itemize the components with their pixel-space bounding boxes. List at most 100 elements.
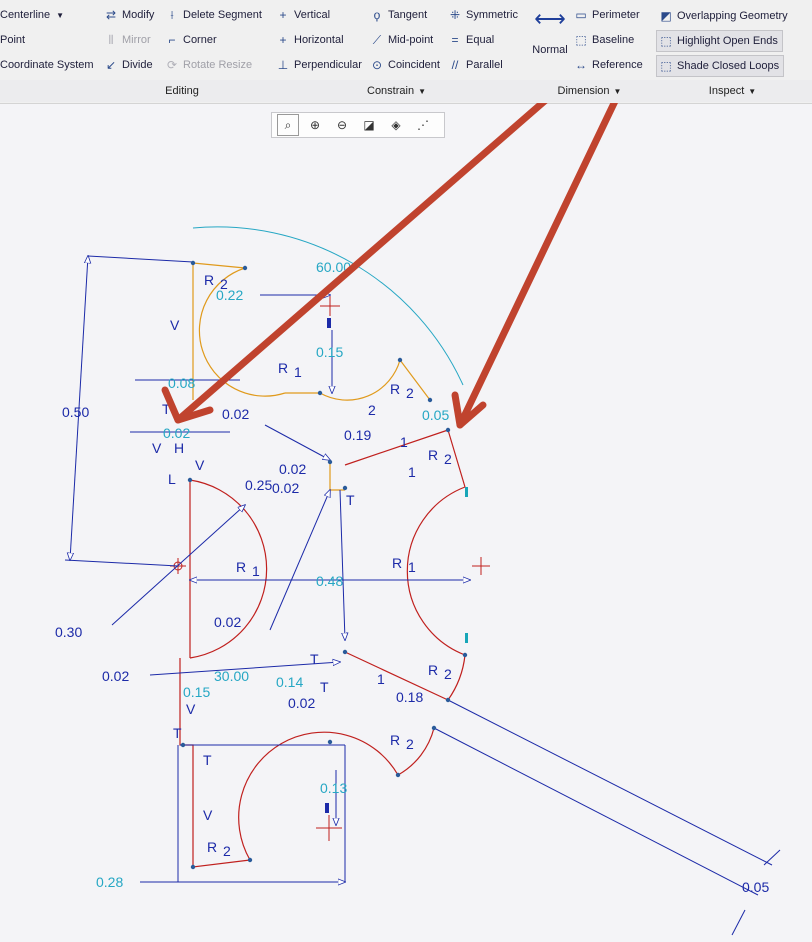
dim-0-48[interactable]: 0.48 — [316, 573, 343, 589]
dim-0-02g[interactable]: 0.02 — [288, 695, 315, 711]
highlight-open-ends-label: Highlight Open Ends — [677, 35, 778, 47]
reference-button[interactable]: ↔ Reference — [574, 56, 643, 74]
parallel-label: Parallel — [466, 59, 503, 71]
display-style-icon[interactable]: ◈ — [385, 114, 407, 136]
centerline-button[interactable]: Centerline ▼ — [0, 6, 64, 24]
svg-text:T: T — [203, 752, 212, 768]
vertical-icon: + — [279, 8, 287, 22]
parallel-constraint-button[interactable]: // Parallel — [448, 56, 503, 74]
rotate-resize-button[interactable]: ⟳ Rotate Resize — [165, 56, 252, 74]
dim-0-02a[interactable]: 0.02 — [222, 406, 249, 422]
dim-0-13[interactable]: 0.13 — [320, 780, 347, 796]
dim-0-15a[interactable]: 0.15 — [316, 344, 343, 360]
corner-button[interactable]: ⌐ Corner — [165, 31, 217, 49]
svg-text:V: V — [186, 701, 196, 717]
divide-button[interactable]: ↙ Divide — [104, 56, 153, 74]
sketcher-display-filter-icon[interactable]: ⋰ — [412, 114, 434, 136]
group-dimension[interactable]: Dimension ▼ — [526, 80, 654, 102]
chevron-down-icon[interactable]: ▼ — [56, 11, 64, 20]
svg-text:V: V — [170, 317, 180, 333]
vertical-constraint-button[interactable]: + Vertical — [276, 6, 330, 24]
corner-label: Corner — [183, 34, 217, 46]
equal-constraint-button[interactable]: = Equal — [448, 31, 494, 49]
group-editing[interactable]: Editing — [97, 80, 268, 102]
arc-r2-bottom[interactable] — [238, 731, 399, 861]
svg-text:R: R — [236, 559, 246, 575]
divide-icon: ↙ — [105, 58, 117, 72]
tangent-icon: ϙ — [373, 8, 381, 22]
divide-label: Divide — [122, 59, 153, 71]
svg-text:R: R — [392, 555, 402, 571]
dim-0-18[interactable]: 0.18 — [396, 689, 423, 705]
svg-text:1: 1 — [377, 671, 385, 687]
dim-0-05a[interactable]: 0.05 — [422, 407, 449, 423]
dim-0-05b[interactable]: 0.05 — [742, 879, 769, 895]
repaint-icon[interactable]: ◪ — [358, 114, 380, 136]
zoom-out-icon[interactable]: ⊖ — [331, 114, 353, 136]
group-constrain[interactable]: Constrain ▼ — [267, 80, 527, 102]
perimeter-button[interactable]: ▭ Perimeter — [574, 6, 639, 24]
dim-0-02b[interactable]: 0.02 — [163, 425, 190, 441]
highlight-open-ends-button[interactable]: ⬚ Highlight Open Ends — [656, 30, 783, 52]
dim-0-14[interactable]: 0.14 — [276, 674, 303, 690]
dim-0-02e[interactable]: 0.02 — [214, 614, 241, 630]
midpoint-constraint-button[interactable]: ⟋ Mid-point — [370, 31, 433, 49]
red-geometry[interactable] — [179, 429, 466, 868]
svg-text:V: V — [203, 807, 213, 823]
dimension-texts[interactable]: 60.00 0.22 0.15 0.08 0.02 0.02 0.19 0.05… — [55, 259, 769, 895]
short-segments[interactable] — [329, 462, 345, 491]
svg-text:1: 1 — [400, 434, 408, 450]
delete-segment-button[interactable]: ⟊ Delete Segment — [165, 6, 261, 24]
perpendicular-label: Perpendicular — [294, 59, 362, 71]
normal-dimension-button[interactable]: ⟷ Normal — [530, 4, 570, 70]
center-markers — [170, 296, 490, 841]
dim-0-25[interactable]: 0.25 — [245, 477, 272, 493]
refit-icon[interactable]: ⌕ — [277, 114, 299, 136]
coordinate-system-button[interactable]: Coordinate System — [0, 56, 94, 74]
baseline-button[interactable]: ⬚ Baseline — [574, 31, 634, 49]
dim-0-08[interactable]: 0.08 — [168, 375, 195, 391]
svg-text:R: R — [207, 839, 217, 855]
symmetric-constraint-button[interactable]: ⁜ Symmetric — [448, 6, 518, 24]
svg-text:1: 1 — [252, 563, 260, 579]
coordinate-system-label: Coordinate System — [0, 59, 94, 71]
sketch-svg[interactable]: 60.00 0.22 0.15 0.08 0.02 0.02 0.19 0.05… — [0, 14, 812, 937]
zoom-in-icon[interactable]: ⊕ — [304, 114, 326, 136]
sketch-canvas[interactable]: 60.00 0.22 0.15 0.08 0.02 0.02 0.19 0.05… — [0, 14, 812, 937]
overlapping-geometry-button[interactable]: ◩ Overlapping Geometry — [656, 5, 793, 27]
dim-0-30[interactable]: 0.30 — [55, 624, 82, 640]
dim-0-50[interactable]: 0.50 — [62, 404, 89, 420]
modify-button[interactable]: ⇄ Modify — [104, 6, 154, 24]
rotate-resize-label: Rotate Resize — [183, 59, 253, 71]
line-r2-mid[interactable] — [399, 359, 431, 401]
coincident-constraint-button[interactable]: ⊙ Coincident — [370, 56, 440, 74]
tangent-constraint-button[interactable]: ϙ Tangent — [370, 6, 428, 24]
group-inspect[interactable]: Inspect ▼ — [653, 80, 812, 102]
symmetric-icon: ⁜ — [449, 8, 461, 22]
perpendicular-constraint-button[interactable]: ⊥ Perpendicular — [276, 56, 362, 74]
horizontal-constraint-button[interactable]: + Horizontal — [276, 31, 343, 49]
dim-30[interactable]: 30.00 — [214, 668, 249, 684]
annotation-arrows — [161, 14, 654, 429]
dim-0-02d[interactable]: 0.02 — [272, 480, 299, 496]
reference-icon: ↔ — [575, 58, 587, 72]
modify-icon: ⇄ — [105, 8, 117, 22]
shade-closed-loops-button[interactable]: ⬚ Shade Closed Loops — [656, 55, 785, 77]
modify-label: Modify — [122, 9, 155, 21]
dim-0-02f[interactable]: 0.02 — [102, 668, 129, 684]
dim-0-28[interactable]: 0.28 — [96, 874, 123, 890]
midpoint-icon: ⟋ — [372, 33, 382, 47]
dimension-lines — [64, 226, 781, 936]
arc-r2-lower[interactable] — [397, 727, 435, 776]
group-editing-label: Editing — [165, 85, 199, 97]
normal-label: Normal — [532, 44, 568, 56]
point-button[interactable]: Point — [0, 31, 25, 49]
svg-text:1: 1 — [408, 464, 416, 480]
line-top-left[interactable] — [192, 262, 246, 269]
delete-segment-icon: ⟊ — [170, 8, 174, 22]
dim-0-19[interactable]: 0.19 — [344, 427, 371, 443]
dim-0-15b[interactable]: 0.15 — [183, 684, 210, 700]
arc-r1-right[interactable] — [406, 486, 466, 656]
mirror-button[interactable]: ⫴ Mirror — [104, 31, 150, 49]
dim-0-02c[interactable]: 0.02 — [279, 461, 306, 477]
